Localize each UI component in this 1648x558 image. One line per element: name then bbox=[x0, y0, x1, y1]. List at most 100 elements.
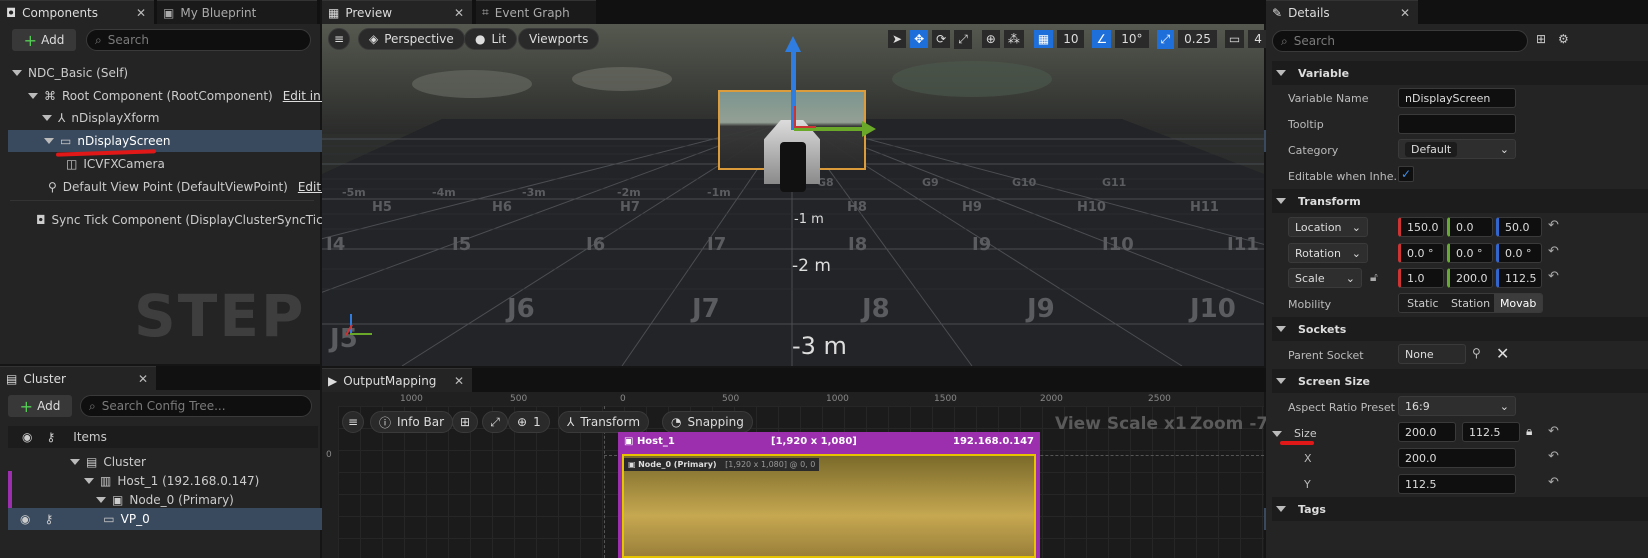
reset-icon[interactable]: ↶ bbox=[1548, 449, 1559, 464]
close-icon[interactable]: ✕ bbox=[454, 6, 464, 20]
grid-snap-value[interactable]: 10 bbox=[1057, 30, 1085, 48]
lock-icon[interactable]: 🔓︎ bbox=[1370, 270, 1378, 285]
rotation-x[interactable]: 0.0 ° bbox=[1398, 243, 1444, 263]
aspect-ratio-dropdown[interactable]: 16:9 ⌄ bbox=[1398, 396, 1516, 416]
expand-icon[interactable] bbox=[84, 478, 94, 484]
node-window[interactable]: ▣ Node_0 (Primary) [1,920 x 1,080] @ 0, … bbox=[622, 454, 1036, 558]
close-icon[interactable]: ✕ bbox=[1400, 6, 1410, 20]
scale-snap-value[interactable]: 0.25 bbox=[1178, 30, 1217, 48]
select-icon[interactable]: ➤ bbox=[888, 30, 907, 48]
expand-icon[interactable] bbox=[44, 138, 54, 144]
rotation-dropdown[interactable]: Rotation ⌄ bbox=[1288, 243, 1368, 263]
tooltip-field[interactable] bbox=[1398, 114, 1516, 134]
socket-browse-icon[interactable]: ⚲ bbox=[1472, 346, 1481, 360]
scale-icon[interactable]: ⤢ bbox=[954, 29, 972, 49]
section-variable[interactable]: Variable bbox=[1272, 61, 1648, 85]
rotation-z[interactable]: 0.0 ° bbox=[1496, 243, 1542, 263]
expand-icon[interactable] bbox=[42, 115, 52, 121]
close-icon[interactable]: ✕ bbox=[454, 374, 464, 388]
expand-icon[interactable] bbox=[12, 70, 22, 76]
tab-preview[interactable]: ▦ Preview ✕ bbox=[322, 0, 472, 24]
expand-icon[interactable] bbox=[1276, 506, 1286, 512]
size-x-field[interactable]: 200.0 bbox=[1398, 422, 1456, 442]
transform-button[interactable]: ⅄ Transform bbox=[558, 411, 650, 433]
expand-icon[interactable] bbox=[1276, 378, 1286, 384]
info-bar-button[interactable]: ⓘ Info Bar bbox=[370, 411, 454, 433]
expand-icon[interactable] bbox=[28, 93, 38, 99]
expand-icon[interactable] bbox=[1276, 326, 1286, 332]
section-transform[interactable]: Transform bbox=[1272, 189, 1648, 213]
tab-event-graph[interactable]: ⌗ Event Graph bbox=[476, 0, 596, 24]
viewport-menu-button[interactable]: ≡ bbox=[328, 28, 350, 50]
location-y[interactable]: 0.0 bbox=[1447, 217, 1493, 237]
close-icon[interactable]: ✕ bbox=[136, 6, 146, 20]
rotation-snap-value[interactable]: 10° bbox=[1115, 30, 1149, 48]
scale-y[interactable]: 200.0 bbox=[1447, 268, 1493, 288]
mobility-static[interactable]: Static bbox=[1399, 294, 1447, 312]
gizmo-y-arrow-icon[interactable] bbox=[862, 121, 876, 137]
viewport-3d[interactable]: J5 J6 J7 J8 J9 J10 I4 I5 I6 I7 I8 I9 I10… bbox=[322, 24, 1264, 366]
perspective-button[interactable]: ◈ Perspective bbox=[358, 28, 465, 50]
components-search-input[interactable]: ⌕ Search bbox=[86, 29, 311, 51]
details-search-input[interactable]: ⌕ Search bbox=[1272, 30, 1528, 52]
reset-icon[interactable]: ↶ bbox=[1548, 218, 1559, 233]
grid-snap-icon[interactable]: ▦ bbox=[1033, 30, 1054, 48]
lit-button[interactable]: ● Lit bbox=[464, 28, 518, 50]
rotation-y[interactable]: 0.0 ° bbox=[1447, 243, 1493, 263]
viewports-button[interactable]: Viewports bbox=[518, 28, 600, 50]
expand-icon[interactable] bbox=[96, 497, 106, 503]
location-dropdown[interactable]: Location ⌄ bbox=[1288, 217, 1368, 237]
gizmo-z-arrow-icon[interactable] bbox=[785, 36, 801, 52]
snapping-button[interactable]: ◔ Snapping bbox=[662, 411, 753, 433]
expand-icon[interactable] bbox=[70, 459, 80, 465]
size-row[interactable]: Size bbox=[1272, 427, 1317, 440]
close-icon[interactable]: ✕ bbox=[138, 372, 148, 386]
tab-my-blueprint[interactable]: ▣ My Blueprint bbox=[157, 0, 317, 24]
camera-speed-value[interactable]: 4 bbox=[1248, 30, 1268, 48]
tab-cluster[interactable]: ▤ Cluster ✕ bbox=[0, 366, 156, 390]
section-tags[interactable]: Tags bbox=[1272, 497, 1648, 521]
reset-icon[interactable]: ↶ bbox=[1548, 475, 1559, 490]
expand-icon[interactable] bbox=[1276, 198, 1286, 204]
reset-icon[interactable]: ↶ bbox=[1548, 269, 1559, 284]
mobility-stationary[interactable]: Station bbox=[1446, 294, 1495, 312]
section-screen-size[interactable]: Screen Size bbox=[1272, 369, 1648, 393]
gizmo-plane-handle[interactable] bbox=[794, 106, 816, 128]
layout-button[interactable]: ⊞ bbox=[452, 411, 478, 433]
translate-icon[interactable]: ✥ bbox=[910, 30, 929, 48]
rotation-snap-icon[interactable]: ∠ bbox=[1092, 30, 1112, 48]
add-component-button[interactable]: + Add bbox=[12, 29, 76, 51]
clear-icon[interactable]: ✕ bbox=[1496, 344, 1509, 363]
reset-icon[interactable]: ↶ bbox=[1548, 424, 1559, 439]
world-local-icon[interactable]: ⊕ bbox=[981, 30, 1000, 48]
lock-icon[interactable]: ⚷ bbox=[46, 430, 55, 444]
size-x-value[interactable]: 200.0 bbox=[1398, 448, 1516, 468]
location-z[interactable]: 50.0 bbox=[1496, 217, 1542, 237]
fit-button[interactable]: ⤢ bbox=[482, 411, 508, 433]
scale-z[interactable]: 112.5 bbox=[1496, 268, 1542, 288]
size-y-field[interactable]: 112.5 bbox=[1462, 422, 1520, 442]
tab-details[interactable]: ✎ Details ✕ bbox=[1266, 0, 1418, 24]
settings-icon[interactable]: ⚙ bbox=[1558, 32, 1569, 46]
expand-icon[interactable] bbox=[1276, 70, 1286, 76]
location-x[interactable]: 150.0 bbox=[1398, 217, 1444, 237]
zoom-button[interactable]: ⊕ 1 bbox=[508, 411, 550, 433]
scale-dropdown[interactable]: Scale ⌄ bbox=[1288, 268, 1362, 288]
category-dropdown[interactable]: Default ⌄ bbox=[1398, 139, 1516, 159]
eye-icon[interactable]: ◉ bbox=[20, 512, 30, 526]
cluster-search-input[interactable]: ⌕ Search Config Tree... bbox=[80, 395, 312, 417]
reset-icon[interactable]: ↶ bbox=[1548, 244, 1559, 259]
lock-icon[interactable]: 🔒︎ bbox=[1526, 424, 1532, 439]
expand-icon[interactable] bbox=[1272, 430, 1282, 437]
variable-name-field[interactable]: nDisplayScreen bbox=[1398, 88, 1516, 108]
eye-icon[interactable]: ◉ bbox=[22, 430, 32, 444]
host-window[interactable]: ▣ Host_1 [1,920 x 1,080] 192.168.0.147 ▣… bbox=[618, 432, 1040, 558]
mobility-movable[interactable]: Movab bbox=[1494, 294, 1542, 312]
size-y-value[interactable]: 112.5 bbox=[1398, 474, 1516, 494]
scale-x[interactable]: 1.0 bbox=[1398, 268, 1444, 288]
scale-snap-icon[interactable]: ⤢ bbox=[1156, 29, 1175, 49]
tab-output-mapping[interactable]: ▶ OutputMapping ✕ bbox=[322, 368, 472, 392]
camera-speed-icon[interactable]: ▭ bbox=[1224, 30, 1245, 48]
tab-components[interactable]: ◘ Components ✕ bbox=[0, 0, 154, 24]
section-sockets[interactable]: Sockets bbox=[1272, 317, 1648, 341]
